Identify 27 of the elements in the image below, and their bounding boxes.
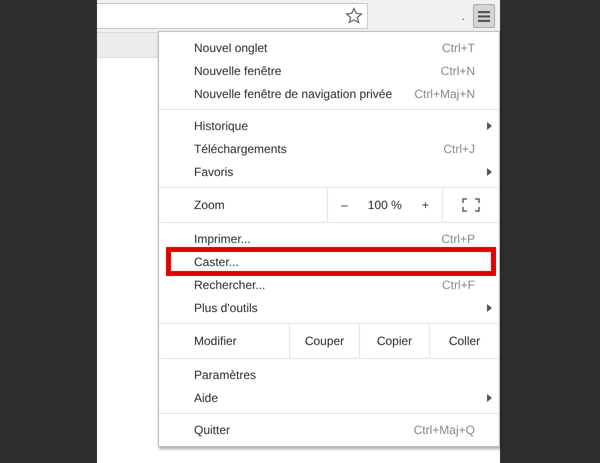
menu-item[interactable]: Caster... xyxy=(159,250,499,273)
edit-label: Modifier xyxy=(193,333,238,350)
menu-item[interactable]: Nouvel onglet Ctrl+T xyxy=(159,36,499,59)
address-field[interactable] xyxy=(97,3,368,29)
menu-item[interactable]: Imprimer... Ctrl+P xyxy=(159,227,499,250)
zoom-label: Zoom xyxy=(193,197,226,214)
menu-item[interactable]: Aide xyxy=(159,386,499,409)
edit-action-button[interactable]: Couper xyxy=(289,324,359,358)
menu-item[interactable]: Quitter Ctrl+Maj+Q xyxy=(159,418,499,441)
menu-item[interactable]: Nouvelle fenêtre de navigation privée Ctrl+Maj+N xyxy=(159,82,499,105)
zoom-level: 100 % xyxy=(368,198,402,212)
menu-button[interactable] xyxy=(473,4,495,28)
toolbar-dot: . xyxy=(462,9,465,23)
fullscreen-icon xyxy=(462,198,480,212)
menu-item[interactable]: Historique xyxy=(159,114,499,137)
menu-item[interactable]: Nouvelle fenêtre Ctrl+N xyxy=(159,59,499,82)
edit-action-button[interactable]: Coller xyxy=(429,324,499,358)
menu-item[interactable]: Rechercher... Ctrl+F xyxy=(159,273,499,296)
star-icon[interactable] xyxy=(345,7,363,25)
menu-item[interactable]: Téléchargements Ctrl+J xyxy=(159,137,499,160)
menu-item[interactable]: Plus d'outils xyxy=(159,296,499,319)
menu-icon xyxy=(478,10,490,22)
menu-item[interactable]: Favoris xyxy=(159,160,499,183)
menu-item[interactable]: Paramètres xyxy=(159,363,499,386)
edit-action-button[interactable]: Copier xyxy=(359,324,429,358)
zoom-out-button[interactable]: – xyxy=(335,196,354,214)
zoom-in-button[interactable]: + xyxy=(416,196,435,214)
